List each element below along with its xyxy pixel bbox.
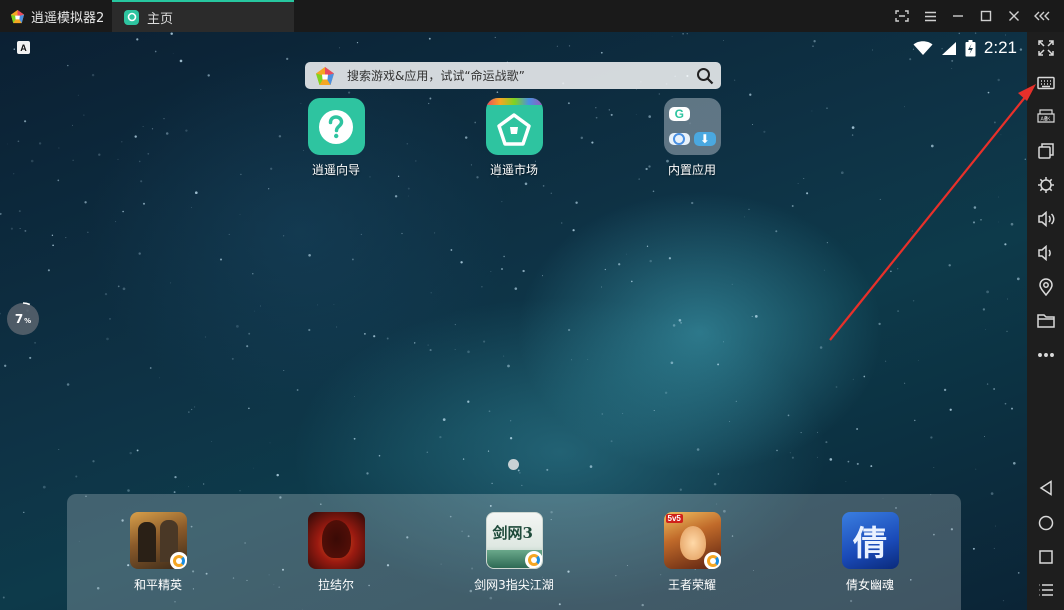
multi-window-icon[interactable]: [1031, 138, 1060, 164]
dock-app-label: 王者荣耀: [667, 578, 716, 592]
dock-app-label: 拉结尔: [317, 578, 354, 592]
game-icon: 5v5: [663, 512, 721, 569]
desktop-app-label: 内置应用: [667, 163, 716, 177]
desktop-app-guide[interactable]: 逍遥向导: [291, 98, 381, 178]
home-tab-icon: [124, 9, 139, 25]
dock: 和平精英 拉结尔 剑网3 剑网3指尖江湖 5v5 王者荣耀 倩 倩女幽魂: [67, 494, 961, 610]
search-bar[interactable]: 搜索游戏&应用，试试“命运战歌”: [305, 62, 721, 89]
minimize-icon[interactable]: [944, 0, 972, 32]
market-icon: [485, 98, 543, 155]
settings-icon[interactable]: [1031, 172, 1060, 198]
tab-home[interactable]: 主页: [112, 0, 294, 32]
tab-home-label: 主页: [147, 11, 174, 27]
game-title-text: 倩: [853, 524, 887, 564]
title-bar: 逍遥模拟器2 主页: [0, 0, 1064, 32]
dock-app-peacekeeper-elite[interactable]: 和平精英: [108, 512, 208, 593]
status-time: 2:21: [983, 38, 1017, 57]
desktop-app-market[interactable]: 逍遥市场: [469, 98, 559, 178]
game-icon: 剑网3: [485, 512, 543, 569]
search-input[interactable]: 搜索游戏&应用，试试“命运战歌”: [347, 67, 689, 84]
app-logo-icon: [316, 66, 334, 85]
game-icon: 倩: [841, 512, 899, 569]
question-icon: [307, 98, 365, 155]
svg-text:APK: APK: [1040, 117, 1051, 123]
page-indicator: [508, 459, 519, 470]
tencent-badge-icon: [524, 551, 542, 568]
recents-icon[interactable]: [1031, 544, 1060, 570]
app-tab[interactable]: 逍遥模拟器2: [0, 0, 112, 32]
status-bar: 2:21: [913, 36, 1017, 60]
dock-app-raziel[interactable]: 拉结尔: [286, 512, 386, 593]
menu-icon[interactable]: [916, 0, 944, 32]
search-icon: [697, 67, 714, 84]
folder-icon: G ⬇: [663, 98, 721, 155]
dock-app-honor-of-kings[interactable]: 5v5 王者荣耀: [642, 512, 742, 593]
close-icon[interactable]: [1000, 0, 1028, 32]
location-icon[interactable]: [1031, 274, 1060, 300]
apk-icon[interactable]: APK: [1031, 104, 1060, 130]
back-icon[interactable]: [1031, 475, 1060, 501]
android-screen[interactable]: A 2:21 搜索游戏&应用，试试“命运战歌” 逍遥向导 逍遥市场 G ⬇ 内置…: [0, 32, 1027, 610]
menu-icon[interactable]: [1031, 577, 1060, 603]
dock-app-label: 剑网3指尖江湖: [474, 578, 554, 592]
volume-down-icon[interactable]: [1031, 240, 1060, 266]
emulator-toolbar: APK: [1027, 32, 1064, 610]
home-icon[interactable]: [1031, 510, 1060, 536]
signal-icon: [941, 41, 956, 55]
game-icon: [307, 512, 365, 569]
fullscreen-icon[interactable]: [1031, 35, 1060, 61]
tencent-badge-icon: [703, 552, 721, 569]
tencent-badge-icon: [169, 552, 187, 569]
desktop-app-label: 逍遥市场: [489, 163, 538, 177]
status-indicator: A: [17, 41, 30, 54]
maximize-icon[interactable]: [972, 0, 1000, 32]
collapse-icon[interactable]: [1028, 0, 1056, 32]
dock-app-label: 和平精英: [133, 578, 182, 592]
folder-icon[interactable]: [1031, 308, 1060, 334]
game-icon: [129, 512, 187, 569]
app-title: 逍遥模拟器2: [31, 10, 105, 26]
desktop-app-label: 逍遥向导: [311, 163, 360, 177]
window-controls: [888, 0, 1056, 32]
app-logo-icon: [10, 9, 25, 23]
keyboard-icon[interactable]: [1031, 70, 1060, 96]
progress-indicator[interactable]: 7%: [6, 302, 40, 336]
volume-up-icon[interactable]: [1031, 206, 1060, 232]
dock-app-qiannv[interactable]: 倩 倩女幽魂: [820, 512, 920, 593]
progress-ring: [6, 302, 40, 336]
wifi-icon: [913, 40, 933, 55]
search-button[interactable]: [689, 62, 721, 89]
desktop-app-builtin[interactable]: G ⬇ 内置应用: [647, 98, 737, 178]
dock-app-jx3[interactable]: 剑网3 剑网3指尖江湖: [464, 512, 564, 593]
dock-app-label: 倩女幽魂: [845, 578, 894, 592]
screenshot-icon[interactable]: [888, 0, 916, 32]
game-title-text: 剑网3: [492, 524, 533, 542]
battery-charging-icon: [965, 39, 976, 56]
more-icon[interactable]: [1031, 342, 1060, 368]
